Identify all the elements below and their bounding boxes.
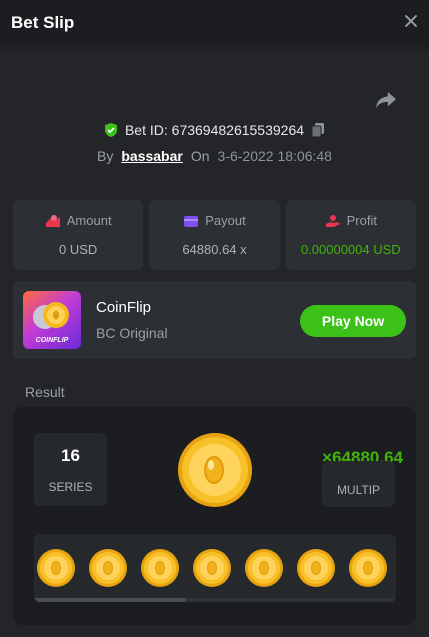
stat-amount-value: 0 USD — [59, 242, 98, 257]
coin-icon — [193, 549, 231, 587]
stat-profit: Profit 0.00000004 USD — [285, 200, 416, 270]
bet-id-text: Bet ID: 673694826155392​64 — [124, 122, 305, 138]
stat-payout-label-row: Payout — [183, 213, 246, 228]
series-box: 16 SERIES — [34, 433, 107, 506]
coin-history-row — [34, 534, 396, 602]
bet-id-row: Bet ID: 673694826155392​64 — [0, 122, 429, 138]
coin-icon — [89, 549, 127, 587]
stat-amount-label: Amount — [66, 213, 112, 228]
coin-icon — [178, 433, 252, 507]
stat-profit-value: 0.00000004 USD — [300, 242, 401, 257]
scrollbar-thumb[interactable] — [34, 598, 186, 602]
coins-icon — [45, 214, 60, 227]
game-name: CoinFlip — [96, 299, 152, 316]
copy-icon[interactable] — [310, 122, 326, 138]
multiplier-box: MULTIP — [322, 461, 395, 507]
result-panel: 16 SERIES ×64880.64 MULTIP — [13, 407, 416, 625]
stat-amount-label-row: Amount — [45, 213, 112, 228]
stat-profit-label: Profit — [346, 213, 377, 228]
coin-icon — [245, 549, 283, 587]
bet-datetime: 3-6-2022 18:06:48 — [217, 148, 332, 164]
game-thumb-label: COINFLIP — [35, 337, 69, 344]
coin-icon — [349, 549, 387, 587]
wallet-icon — [184, 215, 199, 227]
stat-payout-value: 64880.64 x — [182, 242, 247, 257]
coin-icon — [37, 549, 75, 587]
multiplier-label: MULTIP — [336, 483, 381, 497]
game-thumbnail[interactable]: COINFLIP — [23, 291, 81, 349]
series-value: 16 — [61, 445, 80, 465]
game-subtitle: BC Original — [96, 325, 168, 341]
share-icon[interactable] — [375, 90, 397, 110]
username-link[interactable]: bassabar — [121, 148, 182, 164]
shield-check-icon — [104, 123, 117, 137]
stat-amount: Amount 0 USD — [13, 200, 144, 270]
by-label: By — [97, 148, 114, 164]
close-icon[interactable] — [403, 13, 419, 29]
result-label: Result — [25, 384, 65, 400]
bet-slip-header: Bet Slip — [0, 0, 429, 46]
profit-hand-icon — [325, 214, 340, 227]
page-title: Bet Slip — [11, 13, 75, 32]
stat-payout-label: Payout — [205, 213, 246, 228]
on-label: On — [190, 148, 210, 164]
play-now-button[interactable]: Play Now — [300, 305, 406, 337]
stat-payout: Payout 64880.64 x — [149, 200, 280, 270]
stat-profit-label-row: Profit — [325, 213, 377, 228]
bet-slip-content: Bet ID: 673694826155392​64 By bassabar O… — [0, 52, 429, 637]
game-card: COINFLIP CoinFlip BC Original Play Now — [13, 281, 416, 359]
horizontal-scrollbar[interactable] — [34, 598, 396, 602]
bet-author-row: By bassabar On 3-6-2022 18:06:48 — [0, 148, 429, 164]
coin-icon — [141, 549, 179, 587]
coin-history-strip[interactable] — [34, 534, 396, 602]
series-label: SERIES — [48, 479, 93, 494]
coin-icon — [297, 549, 335, 587]
bet-stats: Amount 0 USD Payout 64880.64 x Profit 0.… — [13, 200, 416, 270]
